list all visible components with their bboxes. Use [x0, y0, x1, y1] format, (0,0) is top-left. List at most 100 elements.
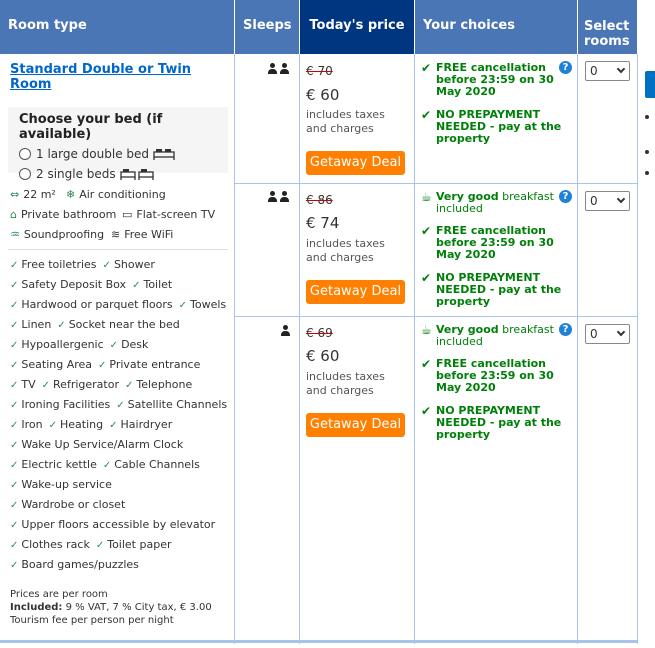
- check-icon: ✓: [10, 400, 19, 411]
- amenity-item: ✓ Satellite Channels: [116, 398, 228, 411]
- header-your-choices: Your choices: [415, 0, 577, 54]
- bullet: [645, 171, 649, 175]
- amenity-item: ✓ Wake Up Service/Alarm Clock: [10, 438, 184, 451]
- info-icon[interactable]: ?: [559, 323, 572, 336]
- sleeps-2-icon: [267, 191, 290, 202]
- single-bed-icon: [120, 168, 154, 180]
- check-icon: ✓: [10, 440, 19, 451]
- reserve-button-edge[interactable]: [645, 71, 655, 98]
- bullet: [645, 115, 649, 119]
- rooms-select[interactable]: 0: [585, 191, 630, 211]
- check-icon: ✓: [102, 260, 111, 271]
- col-divider: [637, 54, 638, 644]
- info-icon[interactable]: ?: [559, 190, 572, 203]
- taxes-note: includes taxes and charges: [306, 237, 385, 264]
- check-icon: ✓: [10, 420, 19, 431]
- bed-option-single[interactable]: 2 single beds: [19, 164, 228, 184]
- radio-button[interactable]: [19, 168, 31, 180]
- amenity-row: ✓ Board games/puzzles: [10, 558, 139, 571]
- amenity-item: ✓ Wake-up service: [10, 478, 112, 491]
- amenity-item: ✓ Linen: [10, 318, 52, 331]
- amenity-item: ✓ Free toiletries: [10, 258, 97, 271]
- amenity-item: ✓ Refrigerator: [41, 378, 119, 391]
- getaway-deal-badge[interactable]: Getaway Deal: [306, 151, 405, 175]
- choice-no-prepay: ✔ NO PREPAYMENT NEEDED - pay at the prope…: [421, 271, 562, 308]
- coffee-icon: ☕: [421, 190, 432, 204]
- header-select-rooms: Select rooms: [578, 0, 637, 54]
- check-icon: ✓: [10, 520, 19, 531]
- radio-button[interactable]: [19, 148, 31, 160]
- bed-choice-box: Choose your bed (if available) 1 large d…: [8, 107, 228, 181]
- check-icon: ✓: [10, 540, 19, 551]
- check-icon: ✓: [10, 280, 19, 291]
- chevron-down-icon: [616, 194, 626, 204]
- check-icon: ✓: [102, 460, 112, 471]
- amenity-row: ✓ Hardwood or parquet floors ✓ Towels: [10, 298, 226, 311]
- chevron-down-icon: [616, 327, 626, 337]
- rooms-select[interactable]: 0: [585, 61, 630, 81]
- amenity-row: ✓ TV ✓ Refrigerator ✓ Telephone: [10, 378, 192, 391]
- amenity-item: ✓ Towels: [178, 298, 227, 311]
- check-icon: ✓: [41, 380, 51, 391]
- old-price: € 70: [306, 64, 333, 78]
- header-select-line2: rooms: [584, 34, 630, 49]
- getaway-deal-badge[interactable]: Getaway Deal: [306, 413, 405, 437]
- check-icon: ✓: [109, 340, 119, 351]
- check-icon: ✓: [95, 540, 105, 551]
- amenity-item: ✓ Clothes rack: [10, 538, 90, 551]
- bullet: [645, 150, 649, 154]
- amenity-item: ✓ Toilet paper: [95, 538, 172, 551]
- header-room-type: Room type: [0, 0, 234, 54]
- double-bed-icon: [153, 148, 175, 160]
- chevron-down-icon: [616, 64, 626, 74]
- rooms-select[interactable]: 0: [585, 324, 630, 344]
- check-icon: ✓: [48, 420, 58, 431]
- check-icon: ✓: [10, 360, 19, 371]
- amenity-item: ✓ Shower: [102, 258, 155, 271]
- check-icon: ✓: [10, 260, 19, 271]
- amenity-item: ✓ Cable Channels: [102, 458, 200, 471]
- info-icon[interactable]: ?: [559, 61, 572, 74]
- taxes-note: includes taxes and charges: [306, 108, 385, 135]
- col-divider: [234, 54, 235, 644]
- amenity-item: ✓ Board games/puzzles: [10, 558, 139, 571]
- check-icon: ✓: [10, 380, 19, 391]
- amenity-item: ✓ Iron: [10, 418, 43, 431]
- check-icon: ✓: [10, 340, 19, 351]
- choice-free-cancel: ✔ FREE cancellation before 23:59 on 30 Ma…: [421, 357, 554, 394]
- amenity-row: ✓ Clothes rack ✓ Toilet paper: [10, 538, 171, 551]
- amenity-row: ✓ Wake Up Service/Alarm Clock: [10, 438, 183, 451]
- header-select-line1: Select: [584, 19, 630, 34]
- bed-option-double[interactable]: 1 large double bed: [19, 144, 228, 164]
- check-icon: ✓: [10, 300, 19, 311]
- amenity-item: ✓ Electric kettle: [10, 458, 97, 471]
- notes-included: Included: 9 % VAT, 7 % City tax, € 3.00: [10, 602, 212, 613]
- amenity-item: ✓ Toilet: [132, 278, 173, 291]
- col-divider: [577, 54, 578, 644]
- bed-choice-title: Choose your bed (if available): [19, 112, 163, 142]
- room-name-link[interactable]: Standard Double or Twin Room: [10, 62, 210, 92]
- amenity-row: ✓ Safety Deposit Box ✓ Toilet: [10, 278, 172, 291]
- amenity-item: ✓ Hypoallergenic: [10, 338, 104, 351]
- check-icon: ✓: [10, 500, 19, 511]
- notes-tourism: Tourism fee per person per night: [10, 615, 174, 626]
- amenity-item: ✓ TV: [10, 378, 36, 391]
- check-icon: ✓: [10, 320, 19, 331]
- facility-soundproof: ♒ Soundproofing: [10, 228, 105, 241]
- amenity-item: ✓ Hardwood or parquet floors: [10, 298, 173, 311]
- table-bottom-border: [0, 640, 637, 643]
- size-icon: ⇔: [10, 188, 20, 201]
- check-icon: ✓: [109, 420, 118, 431]
- row-divider: [234, 316, 637, 317]
- amenity-item: ✓ Wardrobe or closet: [10, 498, 126, 511]
- amenity-item: ✓ Telephone: [124, 378, 193, 391]
- choice-no-prepay: ✔ NO PREPAYMENT NEEDED - pay at the prope…: [421, 404, 562, 441]
- amenity-item: ✓ Socket near the bed: [57, 318, 180, 331]
- amenity-item: ✓ Hairdryer: [109, 418, 173, 431]
- old-price: € 69: [306, 326, 333, 340]
- facility-wifi: ≋ Free WiFi: [111, 228, 174, 241]
- bed-option-label: 2 single beds: [36, 167, 116, 181]
- getaway-deal-badge[interactable]: Getaway Deal: [306, 280, 405, 304]
- taxes-note: includes taxes and charges: [306, 370, 385, 397]
- facility-size: ⇔ 22 m²: [10, 188, 56, 201]
